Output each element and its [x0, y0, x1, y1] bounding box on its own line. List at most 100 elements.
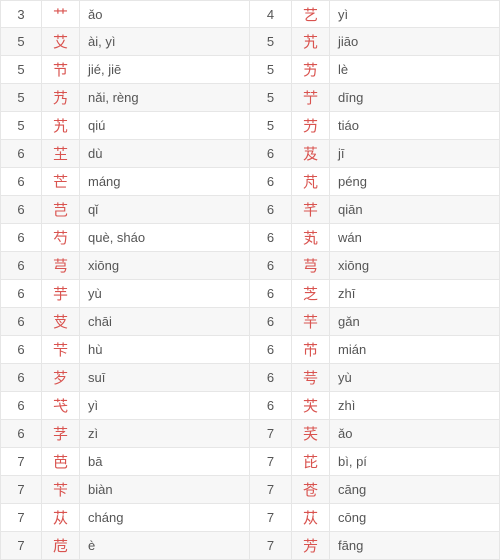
character[interactable]: 节: [42, 56, 80, 84]
character[interactable]: 芝: [292, 280, 330, 308]
pinyin: yù: [80, 280, 250, 308]
table-row: 6芖zhì: [250, 392, 500, 420]
character[interactable]: 芇: [292, 336, 330, 364]
character[interactable]: 苁: [42, 504, 80, 532]
character[interactable]: 芏: [42, 140, 80, 168]
character[interactable]: 芉: [292, 308, 330, 336]
stroke-count: 6: [250, 224, 292, 252]
character[interactable]: 芕: [42, 364, 80, 392]
character[interactable]: 艽: [42, 112, 80, 140]
character[interactable]: 艾: [42, 28, 80, 56]
pinyin: jiāo: [330, 28, 500, 56]
table-row: 6芅yì: [0, 392, 250, 420]
character[interactable]: 苍: [292, 476, 330, 504]
stroke-count: 7: [0, 504, 42, 532]
character[interactable]: 芐: [42, 336, 80, 364]
stroke-count: 6: [0, 168, 42, 196]
character[interactable]: 艿: [42, 84, 80, 112]
table-row: 7苊è: [0, 532, 250, 560]
character[interactable]: 苄: [42, 476, 80, 504]
character[interactable]: 芊: [292, 196, 330, 224]
pinyin: cāng: [330, 476, 500, 504]
stroke-count: 6: [0, 420, 42, 448]
character[interactable]: 艻: [292, 56, 330, 84]
table-row: 7芺ǎo: [250, 420, 500, 448]
character[interactable]: 芎: [292, 252, 330, 280]
character[interactable]: 艺: [292, 0, 330, 28]
pinyin: fāng: [330, 532, 500, 560]
pinyin: xiōng: [80, 252, 250, 280]
stroke-count: 6: [0, 224, 42, 252]
pinyin: ài, yì: [80, 28, 250, 56]
character[interactable]: 芆: [42, 308, 80, 336]
table-row: 7芘bì, pí: [250, 448, 500, 476]
character[interactable]: 芨: [292, 140, 330, 168]
character[interactable]: 芀: [292, 112, 330, 140]
stroke-count: 5: [0, 84, 42, 112]
character[interactable]: 芌: [292, 364, 330, 392]
table-row: 7芭bā: [0, 448, 250, 476]
stroke-count: 7: [0, 448, 42, 476]
stroke-count: 7: [250, 448, 292, 476]
stroke-count: 5: [250, 56, 292, 84]
character[interactable]: 芒: [42, 168, 80, 196]
pinyin: bā: [80, 448, 250, 476]
character[interactable]: 芺: [292, 420, 330, 448]
pinyin: máng: [80, 168, 250, 196]
pinyin: wán: [330, 224, 500, 252]
character[interactable]: 艹: [42, 0, 80, 28]
stroke-count: 5: [0, 28, 42, 56]
table-row: 5艾ài, yì: [0, 28, 250, 56]
pinyin: cōng: [330, 504, 500, 532]
stroke-count: 6: [250, 140, 292, 168]
character[interactable]: 苁: [292, 504, 330, 532]
stroke-count: 6: [250, 308, 292, 336]
character[interactable]: 芘: [292, 448, 330, 476]
character[interactable]: 芓: [42, 420, 80, 448]
stroke-count: 6: [250, 196, 292, 224]
character[interactable]: 芃: [292, 168, 330, 196]
table-row: 6芋yù: [0, 280, 250, 308]
pinyin: nǎi, rèng: [80, 84, 250, 112]
stroke-count: 6: [0, 280, 42, 308]
table-row: 5艿nǎi, rèng: [0, 84, 250, 112]
dictionary-table: 3艹ǎo5艾ài, yì5节jié, jiē5艿nǎi, rèng5艽qiú6芏…: [0, 0, 500, 560]
pinyin: dīng: [330, 84, 500, 112]
table-row: 6芍què, sháo: [0, 224, 250, 252]
pinyin: tiáo: [330, 112, 500, 140]
table-row: 7苁cháng: [0, 504, 250, 532]
stroke-count: 3: [0, 0, 42, 28]
table-row: 6芎xiōng: [250, 252, 500, 280]
character[interactable]: 苊: [42, 532, 80, 560]
pinyin: péng: [330, 168, 500, 196]
pinyin: è: [80, 532, 250, 560]
pinyin: mián: [330, 336, 500, 364]
character[interactable]: 芅: [42, 392, 80, 420]
table-row: 3艹ǎo: [0, 0, 250, 28]
pinyin: ǎo: [330, 420, 500, 448]
character[interactable]: 芳: [292, 532, 330, 560]
pinyin: qiān: [330, 196, 500, 224]
table-row: 5艼dīng: [250, 84, 500, 112]
character[interactable]: 芖: [292, 392, 330, 420]
character[interactable]: 芎: [42, 252, 80, 280]
character[interactable]: 芋: [42, 280, 80, 308]
character[interactable]: 芄: [292, 224, 330, 252]
stroke-count: 6: [0, 308, 42, 336]
table-row: 6芝zhī: [250, 280, 500, 308]
pinyin: què, sháo: [80, 224, 250, 252]
stroke-count: 6: [250, 392, 292, 420]
table-row: 5节jié, jiē: [0, 56, 250, 84]
character[interactable]: 芍: [42, 224, 80, 252]
pinyin: qǐ: [80, 196, 250, 224]
table-row: 6芇mián: [250, 336, 500, 364]
character[interactable]: 艼: [292, 84, 330, 112]
stroke-count: 6: [0, 196, 42, 224]
character[interactable]: 艽: [292, 28, 330, 56]
table-row: 6芐hù: [0, 336, 250, 364]
pinyin: ǎo: [80, 0, 250, 28]
pinyin: bì, pí: [330, 448, 500, 476]
left-column: 3艹ǎo5艾ài, yì5节jié, jiē5艿nǎi, rèng5艽qiú6芏…: [0, 0, 250, 560]
character[interactable]: 芑: [42, 196, 80, 224]
character[interactable]: 芭: [42, 448, 80, 476]
